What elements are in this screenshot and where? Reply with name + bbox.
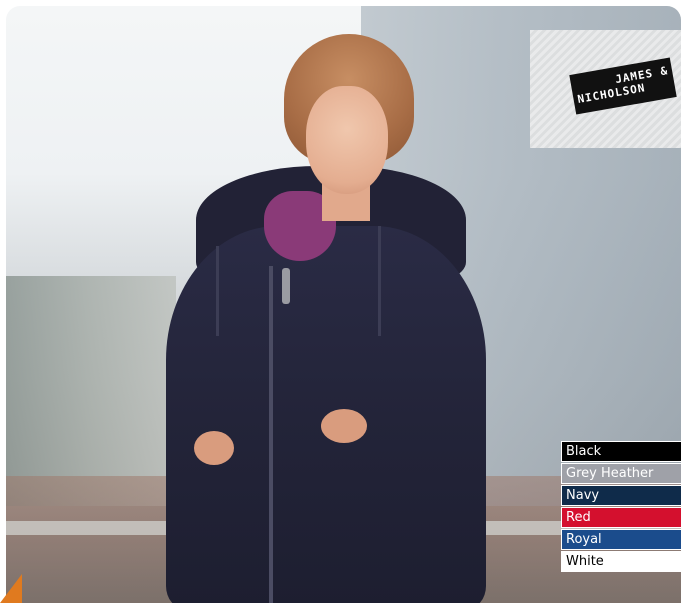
drawstring-left	[216, 246, 219, 336]
color-swatch[interactable]: Red	[561, 507, 681, 528]
zipper-pull	[282, 268, 290, 304]
color-swatch-list: Black Grey Heather Navy Red Royal White	[561, 441, 681, 573]
model-hand-right	[321, 409, 367, 443]
color-swatch[interactable]: White	[561, 551, 681, 572]
hoodie-zipper	[269, 266, 273, 603]
background-building-left	[6, 276, 176, 506]
drawstring-right	[378, 226, 381, 336]
model-hand-left	[194, 431, 234, 465]
color-swatch[interactable]: Black	[561, 441, 681, 462]
color-swatch[interactable]: Grey Heather	[561, 463, 681, 484]
brand-logo-fabric-swatch: JAMES & NICHOLSON	[530, 30, 681, 148]
brand-logo: JAMES & NICHOLSON	[569, 57, 677, 115]
color-swatch[interactable]: Royal	[561, 529, 681, 550]
model-face	[306, 86, 388, 194]
color-swatch[interactable]: Navy	[561, 485, 681, 506]
